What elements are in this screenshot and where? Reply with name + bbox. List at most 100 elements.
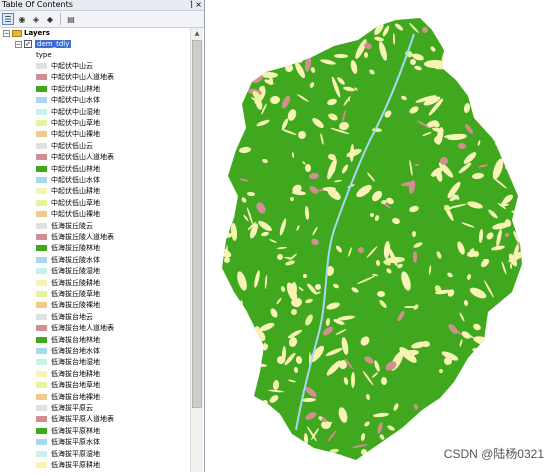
grass-patch bbox=[491, 125, 495, 129]
farmland-patch bbox=[544, 20, 549, 25]
toc-scrollbar[interactable]: ▲ bbox=[190, 28, 203, 472]
legend-item[interactable]: 中起伏低山林地 bbox=[36, 164, 100, 175]
farmland-patch bbox=[511, 210, 522, 218]
legend-item[interactable]: 中起伏低山耕地 bbox=[36, 186, 100, 197]
list-by-visibility-icon[interactable]: ◈ bbox=[30, 13, 42, 25]
legend-item[interactable]: 低海拔平原水体 bbox=[36, 437, 100, 448]
farmland-patch bbox=[529, 414, 543, 435]
urban-patch bbox=[529, 116, 540, 124]
farmland-patch bbox=[315, 42, 321, 48]
farmland-patch bbox=[230, 338, 242, 346]
scroll-thumb[interactable] bbox=[192, 40, 202, 408]
legend-swatch bbox=[36, 154, 47, 161]
legend-item[interactable]: 低海拔平原湿地 bbox=[36, 449, 100, 460]
legend-item[interactable]: 低海拔台地人道地表 bbox=[36, 323, 114, 334]
farmland-patch bbox=[457, 70, 465, 78]
legend-item[interactable]: 低海拔丘陵耕地 bbox=[36, 278, 100, 289]
legend-item[interactable]: 中起伏中山人道地表 bbox=[36, 72, 114, 83]
farmland-patch bbox=[509, 325, 522, 333]
collapse-icon[interactable]: − bbox=[3, 29, 10, 37]
scroll-up-arrow-icon[interactable]: ▲ bbox=[191, 28, 203, 39]
layers-group[interactable]: − Layers bbox=[3, 28, 50, 39]
legend-item[interactable]: 低海拔台地裸地 bbox=[36, 392, 100, 403]
legend-label: 中起伏低山耕地 bbox=[51, 187, 100, 196]
legend-swatch bbox=[36, 108, 47, 115]
farmland-patch bbox=[211, 222, 223, 233]
legend-item[interactable]: 中起伏中山草地 bbox=[36, 118, 100, 129]
legend-item[interactable]: 中起伏中山湿地 bbox=[36, 107, 100, 118]
legend-item[interactable]: 低海拔丘陵云 bbox=[36, 221, 93, 232]
farmland-patch bbox=[535, 287, 544, 292]
legend-item[interactable]: 低海拔平原耕地 bbox=[36, 460, 100, 471]
legend-item[interactable]: 中起伏低山草地 bbox=[36, 198, 100, 209]
forest-base bbox=[222, 18, 522, 460]
window-controls[interactable]: ⌉ × bbox=[190, 0, 202, 10]
layer-visibility-checkbox[interactable]: ✓ bbox=[24, 40, 32, 48]
legend-item[interactable]: 中起伏中山云 bbox=[36, 61, 93, 72]
legend-item[interactable]: 低海拔台地林地 bbox=[36, 335, 100, 346]
legend-label: 中起伏低山云 bbox=[51, 141, 93, 150]
legend-swatch bbox=[36, 279, 47, 286]
layer-name[interactable]: dem_tdly bbox=[35, 40, 72, 48]
legend-item[interactable]: 中起伏中山水体 bbox=[36, 95, 100, 106]
legend-label: 低海拔台地草地 bbox=[51, 381, 100, 390]
legend-swatch bbox=[36, 256, 47, 263]
land-use-map[interactable] bbox=[206, 0, 554, 472]
legend-item[interactable]: 低海拔丘陵裸地 bbox=[36, 300, 100, 311]
legend-item[interactable]: 中起伏低山云 bbox=[36, 141, 93, 152]
farmland-patch bbox=[223, 104, 229, 124]
list-by-selection-icon[interactable]: ◆ bbox=[44, 13, 56, 25]
legend-item[interactable]: 低海拔台地耕地 bbox=[36, 369, 100, 380]
legend-swatch bbox=[36, 199, 47, 206]
farmland-patch bbox=[528, 58, 540, 67]
legend-swatch bbox=[36, 325, 47, 332]
urban-patch bbox=[505, 336, 513, 344]
legend-label: 低海拔平原林地 bbox=[51, 426, 100, 435]
urban-patch bbox=[391, 442, 395, 446]
legend-item[interactable]: 中起伏低山水体 bbox=[36, 175, 100, 186]
farmland-patch bbox=[538, 374, 548, 387]
legend-item[interactable]: 中起伏中山裸地 bbox=[36, 129, 100, 140]
urban-patch bbox=[537, 193, 546, 208]
farmland-patch bbox=[435, 421, 443, 429]
legend-label: 中起伏低山林地 bbox=[51, 164, 100, 173]
farmland-patch bbox=[539, 207, 547, 228]
list-by-drawing-order-icon[interactable]: ☰ bbox=[2, 13, 14, 25]
farmland-patch bbox=[370, 213, 374, 217]
legend-label: 低海拔平原水体 bbox=[51, 438, 100, 447]
legend-item[interactable]: 低海拔丘陵林地 bbox=[36, 243, 100, 254]
farmland-patch bbox=[488, 379, 498, 391]
legend-item[interactable]: 中起伏低山裸地 bbox=[36, 209, 100, 220]
farmland-patch bbox=[484, 341, 500, 349]
legend-item[interactable]: 中起伏低山人道地表 bbox=[36, 152, 114, 163]
farmland-patch bbox=[446, 18, 452, 26]
legend-item[interactable]: 低海拔台地湿地 bbox=[36, 357, 100, 368]
map-view[interactable]: CSDN @陆杨0321 bbox=[206, 0, 554, 472]
farmland-patch bbox=[489, 341, 503, 351]
urban-patch bbox=[245, 440, 257, 446]
legend-item[interactable]: 低海拔丘陵湿地 bbox=[36, 266, 100, 277]
legend-item[interactable]: 低海拔台地水体 bbox=[36, 346, 100, 357]
farmland-patch bbox=[469, 418, 475, 424]
layer-dem-tdly[interactable]: − ✓ dem_tdly bbox=[15, 39, 72, 50]
legend-item[interactable]: 中起伏中山林地 bbox=[36, 84, 100, 95]
farmland-patch bbox=[504, 332, 509, 336]
farmland-patch bbox=[497, 369, 503, 373]
farmland-patch bbox=[521, 140, 538, 160]
farmland-patch bbox=[448, 59, 466, 69]
legend-item[interactable]: 低海拔丘陵人道地表 bbox=[36, 232, 114, 243]
legend-item[interactable]: 低海拔台地草地 bbox=[36, 380, 100, 391]
legend-label: 中起伏中山裸地 bbox=[51, 130, 100, 139]
legend-item[interactable]: 低海拔丘陵草地 bbox=[36, 289, 100, 300]
collapse-icon[interactable]: − bbox=[15, 40, 22, 48]
legend-item[interactable]: 低海拔台地云 bbox=[36, 312, 93, 323]
legend-item[interactable]: 低海拔丘陵水体 bbox=[36, 255, 100, 266]
legend-item[interactable]: 低海拔平原林地 bbox=[36, 426, 100, 437]
list-by-source-icon[interactable]: ◉ bbox=[16, 13, 28, 25]
grass-patch bbox=[263, 415, 267, 419]
legend-item[interactable]: 低海拔平原云 bbox=[36, 403, 93, 414]
options-icon[interactable]: ▤ bbox=[65, 13, 77, 25]
legend-item[interactable]: 低海拔平原人道地表 bbox=[36, 414, 114, 425]
grass-patch bbox=[222, 372, 224, 378]
legend-swatch bbox=[36, 291, 47, 297]
